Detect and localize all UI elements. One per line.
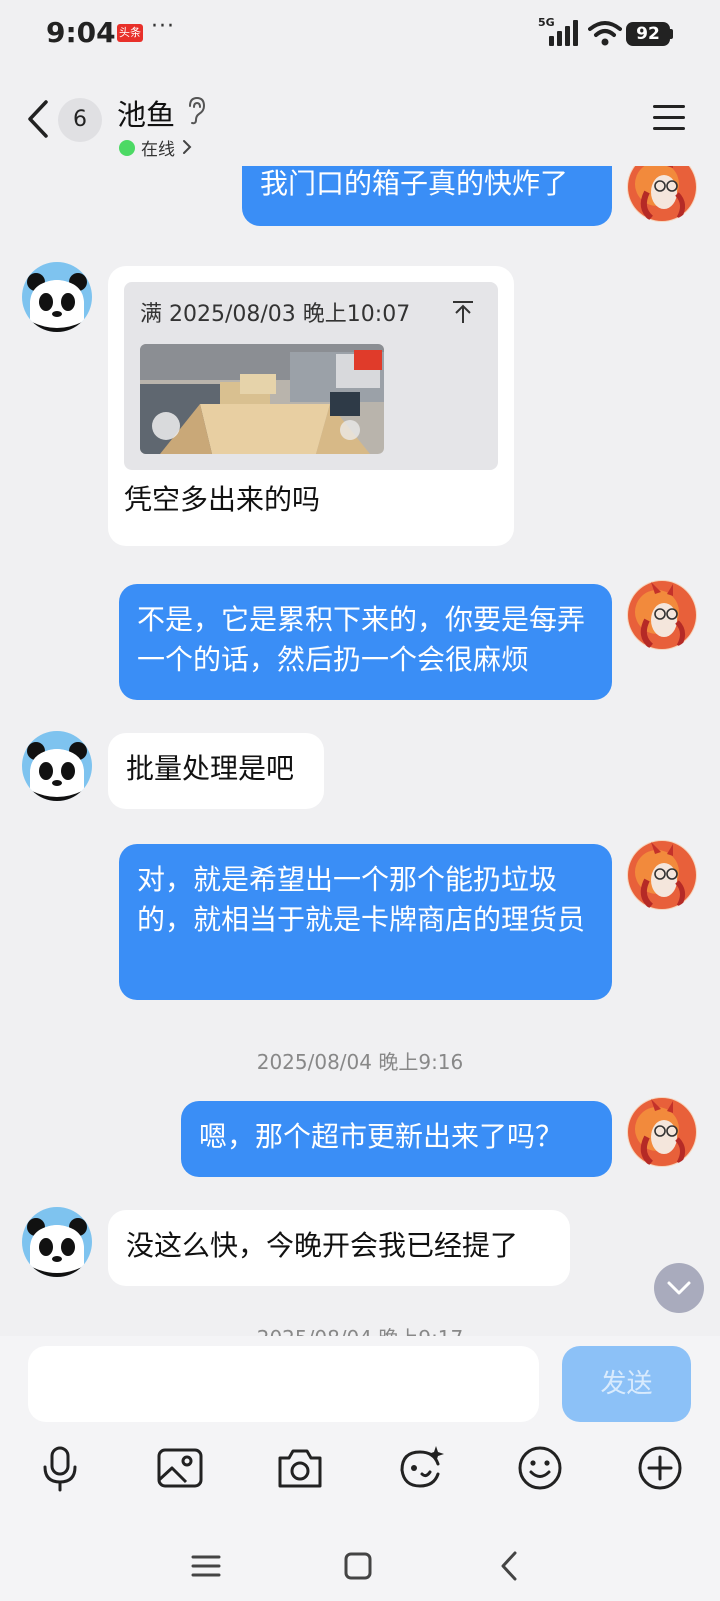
system-nav-bar [0,1536,720,1601]
my-avatar[interactable] [627,1097,697,1167]
quoted-game-screenshot[interactable] [140,344,384,454]
notification-badge: 头条 [117,24,143,42]
contact-avatar[interactable] [22,731,92,801]
wifi-icon [588,21,622,46]
message-bubble-incoming[interactable]: 批量处理是吧 [108,733,324,809]
input-bar: 发送 [0,1336,720,1601]
emoji-icon[interactable] [514,1442,566,1494]
more-notifications-icon: ··· [151,14,175,39]
my-avatar[interactable] [627,840,697,910]
back-nav-icon[interactable] [490,1546,530,1586]
status-time: 9:04 [46,16,116,49]
message-list[interactable]: 我门口的箱子真的快炸了 满 2025/08/03 晚上10:07 凭空多出来的吗… [0,166,720,1336]
chevron-right-icon[interactable] [182,139,192,155]
chevron-down-icon [667,1281,691,1295]
message-text: 对，就是希望出一个那个能扔垃圾的，就相当于就是卡牌商店的理货员 [137,863,586,936]
plus-icon[interactable] [634,1442,686,1494]
message-bubble-outgoing[interactable]: 不是，它是累积下来的，你要是每弄一个的话，然后扔一个会很麻烦 [119,584,612,700]
signal-icon [549,20,578,46]
send-button[interactable]: 发送 [562,1346,691,1422]
jump-to-original-icon[interactable] [452,300,474,324]
online-status-text[interactable]: 在线 [141,135,175,160]
unread-count-badge[interactable]: 6 [58,98,102,142]
camera-icon[interactable] [274,1442,326,1494]
message-text: 批量处理是吧 [126,752,295,785]
quoted-message-header: 满 2025/08/03 晚上10:07 [140,302,411,327]
contact-avatar[interactable] [22,1207,92,1277]
chat-header: 6 池鱼 在线 [0,70,720,166]
message-text: 我门口的箱子真的快炸了 [260,167,569,200]
message-bubble-outgoing[interactable]: 嗯，那个超市更新出来了吗？ [181,1101,612,1177]
sticker-icon[interactable] [394,1442,446,1494]
back-icon[interactable] [24,98,54,140]
battery-icon [670,29,673,39]
image-icon[interactable] [154,1442,206,1494]
recent-apps-icon[interactable] [186,1546,226,1586]
quoted-message[interactable]: 满 2025/08/03 晚上10:07 [124,282,498,470]
voice-icon[interactable] [34,1442,86,1494]
menu-icon[interactable] [652,104,686,132]
message-bubble-incoming[interactable]: 没这么快，今晚开会我已经提了 [108,1210,570,1286]
contact-avatar[interactable] [22,262,92,332]
message-input[interactable] [28,1346,539,1422]
message-text: 嗯，那个超市更新出来了吗？ [199,1120,564,1153]
message-timestamp: 2025/08/04 晚上9:17 [0,1322,720,1336]
battery-level: 92 [626,22,670,46]
status-bar: 9:04 头条 ··· 5G 92 [0,0,720,70]
message-timestamp: 2025/08/04 晚上9:16 [256,1050,464,1074]
my-avatar[interactable] [627,580,697,650]
chat-title[interactable]: 池鱼 [117,92,175,134]
my-avatar[interactable] [627,166,697,222]
earpiece-mode-icon[interactable] [186,96,208,126]
online-status-dot [119,140,135,156]
home-icon[interactable] [338,1546,378,1586]
message-bubble-outgoing[interactable]: 对，就是希望出一个那个能扔垃圾的，就相当于就是卡牌商店的理货员 [119,844,612,1000]
message-text: 没这么快，今晚开会我已经提了 [126,1229,519,1262]
message-text: 不是，它是累积下来的，你要是每弄一个的话，然后扔一个会很麻烦 [137,603,586,676]
message-bubble-outgoing[interactable]: 我门口的箱子真的快炸了 [242,166,612,226]
message-text: 凭空多出来的吗 [124,483,321,516]
scroll-to-bottom-button[interactable] [654,1263,704,1313]
